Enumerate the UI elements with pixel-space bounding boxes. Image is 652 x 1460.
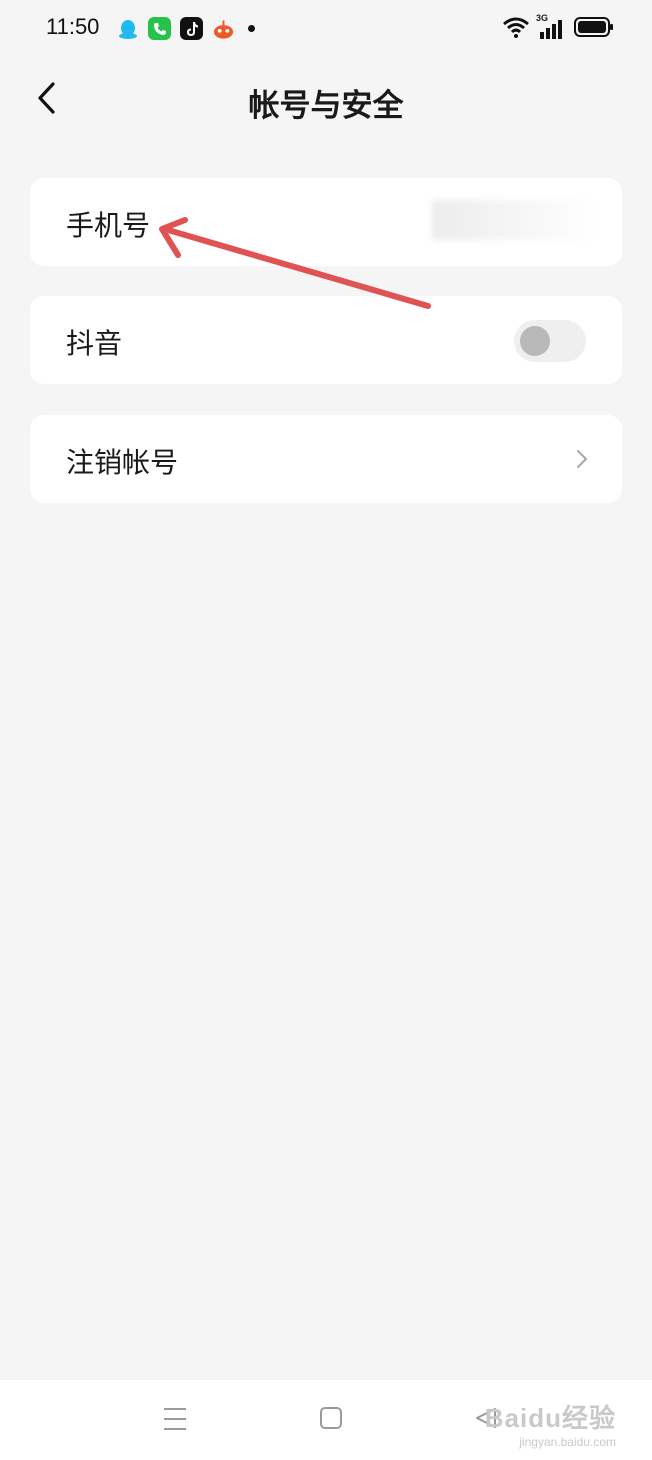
system-navigation-bar: Baidu经验 jingyan.baidu.com [0,1380,652,1460]
recent-apps-button[interactable] [163,1406,187,1436]
status-time: 11:50 [46,14,100,39]
status-app-icons [116,17,255,40]
douyin-row: 抖音 [30,296,622,384]
navigation-bar: 帐号与安全 [0,58,652,142]
qq-icon [116,17,139,40]
menu-icon [164,1408,186,1430]
douyin-toggle[interactable] [514,320,586,362]
toggle-knob [520,326,550,356]
square-icon [320,1407,342,1429]
deactivate-account-label: 注销帐号 [66,446,179,479]
chevron-right-icon [577,450,587,468]
notification-dot [248,25,255,32]
watermark-brand: Baidu经验 [484,1403,616,1433]
status-indicators: 3G [502,13,614,42]
deactivate-account-row[interactable]: 注销帐号 [30,415,622,503]
phone-icon [148,17,171,40]
battery-icon [574,16,614,42]
wifi-icon [502,16,530,42]
phone-number-row[interactable]: 手机号 [30,178,622,266]
home-button[interactable] [319,1406,343,1434]
watermark-url: jingyan.baidu.com [519,1435,616,1449]
page-title: 帐号与安全 [248,88,404,124]
baidu-watermark: Baidu经验 jingyan.baidu.com [485,1398,616,1449]
tiktok-icon [180,17,203,40]
phone-number-label: 手机号 [66,209,151,242]
toutiao-icon [212,17,235,40]
cellular-signal-icon: 3G [536,13,566,41]
douyin-label: 抖音 [66,327,123,360]
status-bar: 11:50 3G [0,0,652,58]
phone-number-value [432,200,602,240]
